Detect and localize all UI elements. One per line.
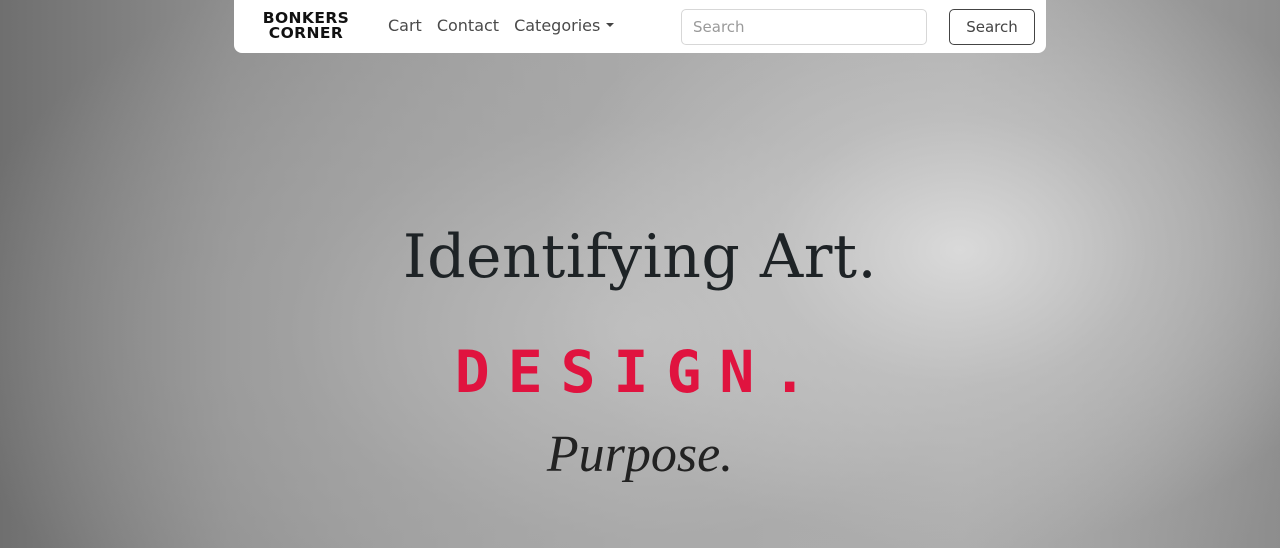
nav-link-cart[interactable]: Cart [388,16,422,35]
brand-logo[interactable]: BONKERS CORNER [244,10,368,42]
search-input[interactable] [681,9,927,45]
nav-links: Cart Contact Categories [388,16,615,35]
hero-heading-purpose: Purpose. [546,426,734,483]
nav-dropdown-categories[interactable]: Categories [514,16,615,35]
nav-link-contact[interactable]: Contact [437,16,499,35]
brand-line2: CORNER [268,24,344,42]
hero-heading-identifying-art: Identifying Art. [402,222,878,292]
caret-down-icon [606,22,615,27]
categories-label: Categories [514,16,601,35]
top-navbar: BONKERS CORNER Cart Contact Categories S… [234,0,1046,53]
hero-heading-design: DESIGN. [454,338,826,406]
search-button[interactable]: Search [949,9,1035,45]
